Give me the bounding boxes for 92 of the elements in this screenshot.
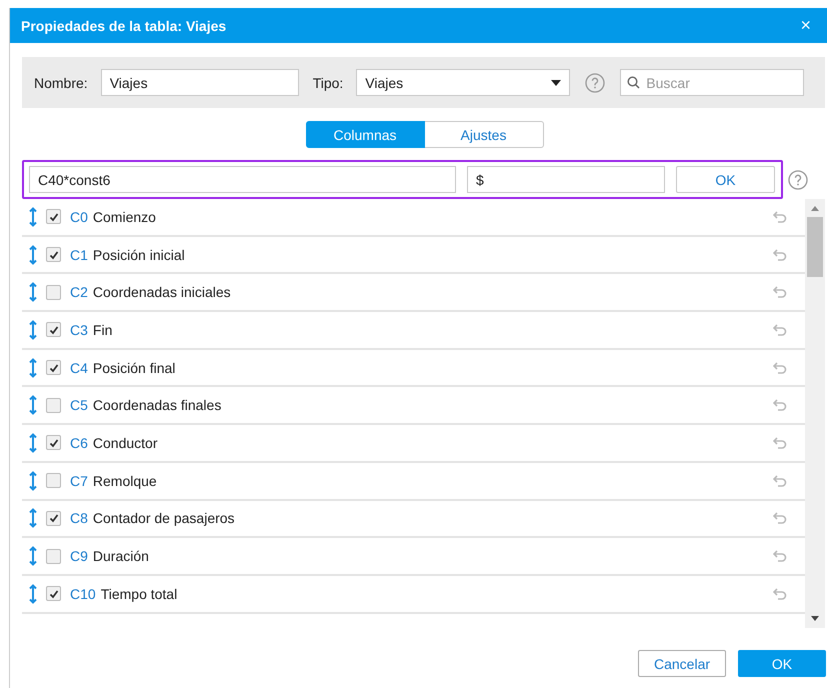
search-field[interactable]: Buscar bbox=[620, 69, 804, 96]
undo-icon[interactable] bbox=[773, 324, 787, 336]
column-name: Coordenadas finales bbox=[92, 397, 222, 414]
column-name: Fin bbox=[92, 322, 114, 338]
check-icon bbox=[48, 362, 58, 373]
column-row[interactable]: C7 Remolque bbox=[22, 462, 805, 500]
undo-icon[interactable] bbox=[773, 436, 787, 449]
column-code: C10 bbox=[70, 586, 96, 602]
column-name: Coordenadas iniciales bbox=[92, 284, 232, 300]
checkbox[interactable] bbox=[46, 247, 61, 262]
drag-handle-icon[interactable] bbox=[29, 508, 37, 528]
column-code: C5 bbox=[70, 397, 88, 414]
check-icon bbox=[48, 513, 58, 524]
checkbox[interactable] bbox=[46, 548, 61, 564]
name-field[interactable]: Viajes bbox=[100, 69, 299, 96]
search-icon bbox=[627, 76, 640, 89]
caret-icon bbox=[551, 80, 562, 86]
column-row[interactable]: C9 Duración bbox=[22, 538, 805, 576]
column-row[interactable]: C2 Coordenadas iniciales bbox=[22, 274, 805, 312]
drag-handle-icon[interactable] bbox=[29, 358, 37, 378]
check-icon bbox=[48, 250, 58, 260]
column-code: C4 bbox=[70, 360, 88, 376]
undo-icon[interactable] bbox=[773, 248, 787, 261]
unit-field[interactable]: $ bbox=[467, 166, 665, 193]
checkbox[interactable] bbox=[46, 398, 61, 413]
scroll-up-icon[interactable] bbox=[811, 206, 819, 211]
checkbox[interactable] bbox=[46, 284, 61, 300]
scrollbar[interactable] bbox=[805, 199, 825, 628]
column-row[interactable]: C10 Tiempo total bbox=[22, 576, 805, 614]
checkbox[interactable] bbox=[46, 322, 61, 338]
column-name: Duración bbox=[92, 548, 150, 564]
column-name: Contador de pasajeros bbox=[92, 510, 236, 526]
column-name: Posición inicial bbox=[92, 246, 186, 263]
checkbox[interactable] bbox=[46, 360, 61, 376]
undo-icon[interactable] bbox=[773, 474, 787, 487]
drag-handle-icon[interactable] bbox=[29, 546, 37, 566]
column-code: C7 bbox=[70, 472, 88, 489]
tab[interactable]: Ajustes bbox=[424, 121, 544, 148]
checkbox[interactable] bbox=[46, 586, 61, 602]
column-code: C0 bbox=[70, 208, 88, 225]
column-code: C1 bbox=[70, 246, 88, 263]
column-row[interactable]: C8 Contador de pasajeros bbox=[22, 500, 805, 538]
check-icon bbox=[48, 324, 58, 335]
column-code: C3 bbox=[70, 322, 88, 338]
undo-icon[interactable] bbox=[773, 588, 787, 600]
type-dropdown[interactable]: Viajes bbox=[356, 69, 570, 96]
drag-handle-icon[interactable] bbox=[29, 395, 37, 416]
column-row[interactable]: C3 Fin bbox=[22, 312, 805, 350]
column-name: Posición final bbox=[92, 360, 176, 376]
check-icon bbox=[48, 212, 58, 222]
column-row[interactable]: C4 Posición final bbox=[22, 350, 805, 388]
undo-icon[interactable] bbox=[773, 286, 787, 298]
name-label: Nombre: bbox=[34, 74, 88, 90]
checkbox[interactable] bbox=[46, 435, 61, 450]
undo-icon[interactable] bbox=[773, 399, 787, 412]
window-title: Propiedades de la tabla: Viajes bbox=[21, 18, 226, 34]
column-row[interactable]: C0 Comienzo bbox=[22, 199, 805, 237]
column-row[interactable]: C6 Conductor bbox=[22, 425, 805, 463]
undo-icon[interactable] bbox=[773, 550, 787, 562]
undo-icon[interactable] bbox=[773, 362, 787, 374]
column-name: Comienzo bbox=[92, 208, 157, 225]
checkbox[interactable] bbox=[46, 209, 61, 224]
checkbox[interactable] bbox=[46, 510, 61, 526]
cancel-button[interactable]: Cancelar bbox=[638, 650, 726, 677]
check-icon bbox=[48, 438, 58, 448]
column-name: Conductor bbox=[92, 434, 158, 451]
drag-handle-icon[interactable] bbox=[29, 320, 37, 340]
column-name: Tiempo total bbox=[100, 586, 178, 602]
column-row[interactable]: C1 Posición inicial bbox=[22, 236, 805, 274]
column-code: C6 bbox=[70, 434, 88, 451]
drag-handle-icon[interactable] bbox=[29, 206, 37, 227]
scrollbar-thumb[interactable] bbox=[807, 217, 823, 277]
ok-button[interactable]: OK bbox=[676, 166, 775, 193]
column-row[interactable]: C5 Coordenadas finales bbox=[22, 387, 805, 426]
drag-handle-icon[interactable] bbox=[29, 470, 37, 491]
scroll-down-icon[interactable] bbox=[811, 616, 819, 621]
expression-field[interactable]: C40*const6 bbox=[29, 166, 456, 193]
column-code: C8 bbox=[70, 510, 88, 526]
undo-icon[interactable] bbox=[773, 210, 787, 223]
help-icon[interactable] bbox=[585, 72, 606, 92]
type-label: Tipo: bbox=[312, 74, 344, 90]
check-icon bbox=[48, 588, 58, 599]
undo-icon[interactable] bbox=[773, 512, 787, 524]
column-code: C2 bbox=[70, 284, 88, 300]
help-icon[interactable] bbox=[788, 170, 808, 190]
column-code: C9 bbox=[70, 548, 88, 564]
column-name: Remolque bbox=[92, 472, 158, 489]
drag-handle-icon[interactable] bbox=[29, 584, 37, 604]
drag-handle-icon[interactable] bbox=[29, 432, 37, 453]
drag-handle-icon[interactable] bbox=[29, 282, 37, 302]
drag-handle-icon[interactable] bbox=[29, 244, 37, 265]
checkbox[interactable] bbox=[46, 473, 61, 488]
